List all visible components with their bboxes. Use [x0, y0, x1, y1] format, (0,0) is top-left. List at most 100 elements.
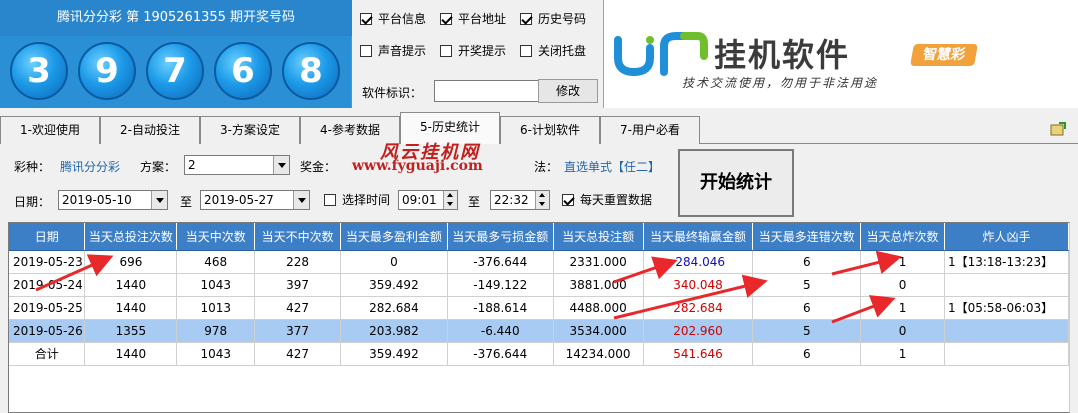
checkbox-close-tray[interactable]: 关闭托盘: [520, 44, 586, 58]
checkbox-platform-addr[interactable]: 平台地址: [440, 12, 506, 26]
table-cell: 1: [860, 342, 945, 366]
date-to-picker[interactable]: 2019-05-27: [200, 190, 310, 210]
column-header[interactable]: 当天最多连错次数: [752, 223, 862, 251]
table-cell: 6: [752, 250, 862, 274]
checkbox-checked-icon[interactable]: [562, 194, 574, 206]
table-cell: 340.048: [643, 273, 754, 297]
table-row[interactable]: 2019-05-23 696 468 228 0 -376.644 2331.0…: [9, 250, 1069, 274]
draw-ball: 9: [78, 42, 136, 100]
column-header[interactable]: 当天总投注次数: [84, 223, 178, 251]
table-cell: [944, 273, 1069, 297]
spin-down-icon[interactable]: [443, 200, 457, 209]
table-cell: 1: [860, 296, 945, 320]
tab-user-must-read[interactable]: 7-用户必看: [600, 116, 700, 144]
table-cell: 14234.000: [553, 342, 644, 366]
time-from-spinner[interactable]: 09:01: [398, 190, 458, 210]
spin-up-icon[interactable]: [443, 191, 457, 200]
table-cell: 377: [254, 319, 341, 343]
table-cell: 1043: [176, 342, 256, 366]
time-to-spinner[interactable]: 22:32: [490, 190, 550, 210]
column-header[interactable]: 当天最终输赢金额: [643, 223, 754, 251]
tab-welcome[interactable]: 1-欢迎使用: [0, 116, 100, 144]
table-row[interactable]: 2019-05-25 1440 1013 427 282.684 -188.61…: [9, 296, 1069, 320]
draw-balls: 3 9 7 6 8: [8, 42, 348, 104]
tab-scheme-settings[interactable]: 3-方案设定: [200, 116, 300, 144]
table-cell: 541.646: [643, 342, 754, 366]
watermark-url: www.fyguaji.com: [352, 158, 483, 174]
checkbox-unchecked-icon[interactable]: [520, 45, 532, 57]
date-from-picker[interactable]: 2019-05-10: [58, 190, 168, 210]
table-cell: 1355: [84, 319, 178, 343]
table-cell: 2019-05-26: [9, 319, 86, 343]
table-cell: 2331.000: [553, 250, 644, 274]
table-cell: 1: [860, 250, 945, 274]
refresh-icon[interactable]: [1050, 122, 1066, 136]
chevron-down-icon[interactable]: [273, 156, 289, 174]
column-header[interactable]: 日期: [9, 223, 86, 251]
chevron-down-icon[interactable]: [293, 191, 309, 209]
table-cell: [944, 342, 1069, 366]
tab-plan-software[interactable]: 6-计划软件: [500, 116, 600, 144]
draw-ball: 8: [282, 42, 340, 100]
column-header[interactable]: 炸人凶手: [944, 223, 1069, 251]
checkbox-select-time[interactable]: 选择时间: [324, 193, 390, 207]
lottery-value: 腾讯分分彩: [60, 160, 121, 174]
table-row-selected[interactable]: 2019-05-26 1355 978 377 203.982 -6.440 3…: [9, 319, 1069, 343]
checkbox-checked-icon[interactable]: [360, 13, 372, 25]
logo-slogan: 技术交流使用，勿用于非法用途: [682, 76, 879, 90]
date-to-label: 至: [180, 195, 193, 209]
table-cell: 6: [752, 296, 862, 320]
draw-ball: 3: [10, 42, 68, 100]
logo-name: 挂机软件: [714, 36, 851, 74]
table-cell: -6.440: [447, 319, 554, 343]
table-cell: 1013: [176, 296, 256, 320]
draw-ball: 7: [146, 42, 204, 100]
table-cell: -376.644: [447, 342, 554, 366]
method-label: 法：: [534, 160, 559, 174]
options-panel: 平台信息 平台地址 历史号码 声音提示 开奖提示 关闭托盘 软件标识： 修改: [352, 0, 604, 108]
modify-button[interactable]: 修改: [538, 79, 598, 103]
column-header[interactable]: 当天中次数: [176, 223, 256, 251]
spin-down-icon[interactable]: [535, 200, 549, 209]
checkbox-draw-tip[interactable]: 开奖提示: [440, 44, 506, 58]
table-cell: 1440: [84, 273, 178, 297]
start-stats-button[interactable]: 开始统计: [678, 149, 794, 217]
table-row[interactable]: 2019-05-24 1440 1043 397 359.492 -149.12…: [9, 273, 1069, 297]
tab-auto-bet[interactable]: 2-自动投注: [100, 116, 200, 144]
checkbox-checked-icon[interactable]: [440, 13, 452, 25]
column-header[interactable]: 当天最多亏损金额: [447, 223, 554, 251]
column-header[interactable]: 当天不中次数: [254, 223, 341, 251]
table-cell: 6: [752, 342, 862, 366]
column-header[interactable]: 当天总炸次数: [860, 223, 945, 251]
checkbox-history-numbers[interactable]: 历史号码: [520, 12, 586, 26]
checkbox-unchecked-icon[interactable]: [440, 45, 452, 57]
table-cell: 2019-05-25: [9, 296, 86, 320]
checkbox-unchecked-icon[interactable]: [360, 45, 372, 57]
table-row-total[interactable]: 合计 1440 1043 427 359.492 -376.644 14234.…: [9, 342, 1069, 366]
column-header[interactable]: 当天最多盈利金额: [340, 223, 448, 251]
table-cell: 427: [254, 296, 341, 320]
bonus-label: 奖金：: [300, 160, 337, 174]
checkbox-daily-reset[interactable]: 每天重置数据: [562, 193, 652, 207]
tab-bar: 1-欢迎使用 2-自动投注 3-方案设定 4-参考数据 5-历史统计 6-计划软…: [0, 108, 1078, 145]
table-cell: -376.644: [447, 250, 554, 274]
checkbox-unchecked-icon[interactable]: [324, 194, 336, 206]
checkbox-sound-tip[interactable]: 声音提示: [360, 44, 426, 58]
table-cell: 359.492: [340, 342, 448, 366]
column-header[interactable]: 当天总投注额: [553, 223, 644, 251]
scheme-select[interactable]: 2: [184, 155, 290, 175]
logo-panel: 挂机软件 智慧彩 技术交流使用，勿用于非法用途: [604, 0, 1078, 108]
table-cell: 2019-05-24: [9, 273, 86, 297]
time-to-label: 至: [468, 195, 481, 209]
table-cell: 0: [860, 319, 945, 343]
table-header-row: 日期 当天总投注次数 当天中次数 当天不中次数 当天最多盈利金额 当天最多亏损金…: [9, 223, 1069, 251]
table-cell: 978: [176, 319, 256, 343]
checkbox-platform-info[interactable]: 平台信息: [360, 12, 426, 26]
lottery-draw-panel: 腾讯分分彩 第 1905261355 期开奖号码 3 9 7 6 8: [0, 0, 352, 108]
table-cell: 203.982: [340, 319, 448, 343]
checkbox-checked-icon[interactable]: [520, 13, 532, 25]
table-cell: 5: [752, 273, 862, 297]
spin-up-icon[interactable]: [535, 191, 549, 200]
chevron-down-icon[interactable]: [151, 191, 167, 209]
table-cell: 0: [860, 273, 945, 297]
